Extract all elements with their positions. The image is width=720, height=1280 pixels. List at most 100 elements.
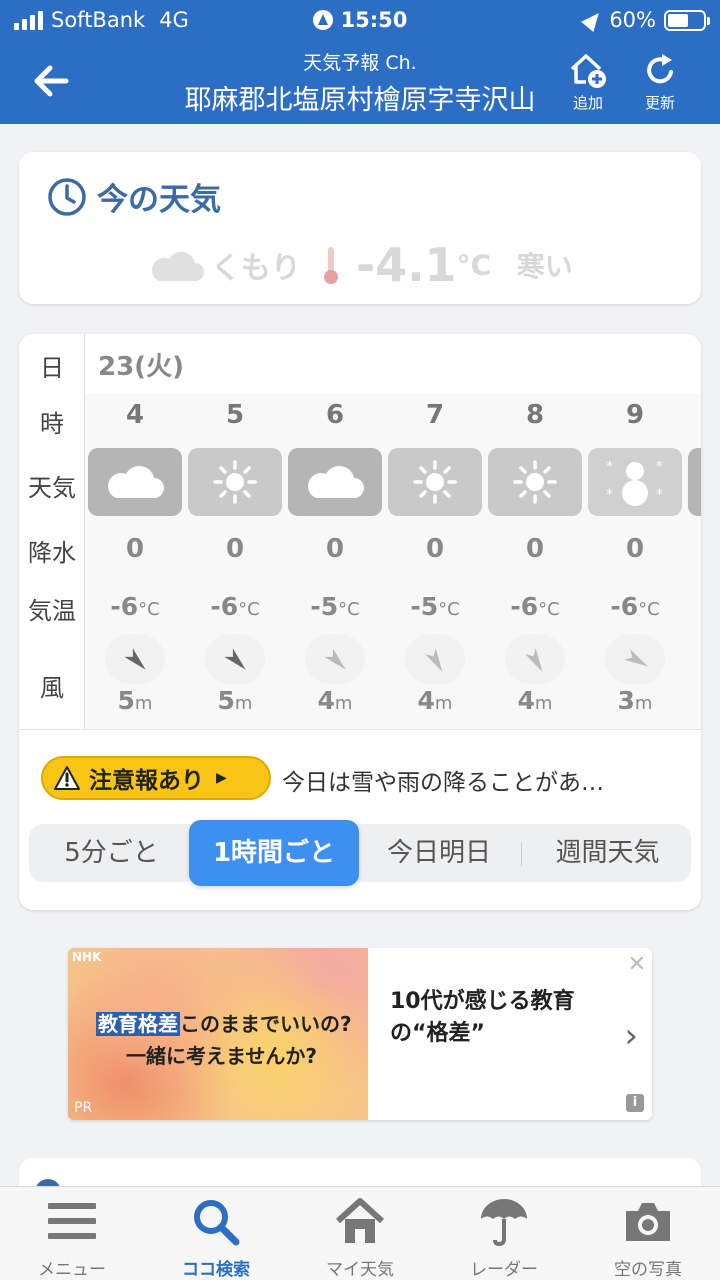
tab-menu[interactable]: メニュー <box>0 1187 144 1280</box>
tab-search-label: ココ検索 <box>182 1260 250 1280</box>
refresh-label: 更新 <box>644 94 675 112</box>
svg-text:*: * <box>606 487 613 503</box>
wind-unit: m <box>134 693 153 714</box>
sun-icon <box>388 448 482 516</box>
hour-column: 4 0 -6°C 5m <box>85 394 185 729</box>
label-day: 日 <box>40 354 64 382</box>
ad-headline-2: 一緒に考えませんか? <box>126 1044 318 1068</box>
wind-direction-icon <box>105 634 165 684</box>
temp-unit: °C <box>538 599 560 620</box>
tab-my-weather-label: マイ天気 <box>326 1260 394 1280</box>
alert-badge-button[interactable]: 注意報あり ▶ <box>41 756 271 800</box>
wind-number: 5 <box>217 686 235 715</box>
label-hour: 時 <box>40 410 64 438</box>
refresh-icon <box>647 54 673 84</box>
hour-column: 6 0 -5°C 4m <box>285 394 385 729</box>
battery-icon <box>664 9 710 31</box>
label-precip: 降水 <box>28 539 76 567</box>
current-weather-title: 今の天気 <box>97 182 221 218</box>
search-icon <box>194 1200 240 1246</box>
wind-direction-icon <box>605 634 665 684</box>
wind-speed: 3m <box>585 686 685 715</box>
menu-icon <box>48 1203 96 1239</box>
alert-message[interactable]: 今日は雪や雨の降ることがあ… <box>282 763 604 797</box>
alert-badge-label: 注意報あり <box>89 768 204 794</box>
tab-radar[interactable]: レーダー <box>432 1187 576 1280</box>
temp-value: -6°C <box>85 592 185 621</box>
svg-text:*: * <box>606 459 613 475</box>
label-wind: 風 <box>40 674 64 702</box>
temp-value: - <box>685 592 701 621</box>
hour-label: 9 <box>625 400 645 430</box>
wind-number: 4 <box>317 686 335 715</box>
battery-fill <box>668 13 689 27</box>
precip-value: 0 <box>125 534 145 564</box>
cloud-icon <box>88 448 182 516</box>
wind-direction-icon <box>405 634 465 684</box>
wind-unit: m <box>234 693 253 714</box>
label-weather: 天気 <box>28 474 76 502</box>
wind-speed: 4m <box>285 686 385 715</box>
svg-text:*: * <box>656 487 663 503</box>
wind-number: 5 <box>117 686 135 715</box>
wind-unit: m <box>534 693 553 714</box>
hour-label: 8 <box>525 400 545 430</box>
segment-hourly[interactable]: 1時間ごと <box>189 820 359 886</box>
warning-icon <box>54 766 80 790</box>
segment-5min[interactable]: 5分ごと <box>29 824 194 882</box>
wind-unit: m <box>634 693 653 714</box>
hour-column: 9 * * * * 0 -6°C 3m <box>585 394 685 729</box>
add-button[interactable]: 追加 <box>558 50 618 113</box>
precip-value: 0 <box>425 534 445 564</box>
wind-number: 4 <box>417 686 435 715</box>
temp-number: -6 <box>610 592 639 621</box>
hour-column: 8 0 -6°C 4m <box>485 394 585 729</box>
camera-icon <box>626 1203 670 1241</box>
current-weather-card: 今の天気 くもり -4.1°C 寒い <box>19 152 701 304</box>
segment-separator <box>521 842 522 866</box>
wind-unit: m <box>334 693 353 714</box>
tab-search[interactable]: ココ検索 <box>144 1187 288 1280</box>
wind-direction-icon <box>205 634 265 684</box>
ad-banner[interactable]: NHK 教育格差 このままでいいの? 一緒に考えませんか? PR 10代が感じる教… <box>68 948 652 1120</box>
forecast-date: 23(火) <box>98 352 184 382</box>
tab-sky-photos-label: 空の写真 <box>614 1260 682 1280</box>
tab-my-weather[interactable]: マイ天気 <box>288 1187 432 1280</box>
forecast-row-labels: 日 時 天気 降水 気温 風 <box>19 334 85 729</box>
wind-direction-icon <box>505 634 565 684</box>
wind-speed: 4m <box>485 686 585 715</box>
temp-value: -6°C <box>185 592 285 621</box>
current-weather-heading: 今の天気 <box>47 174 221 219</box>
status-right: 60% <box>581 7 710 33</box>
interval-segmented-control: 5分ごと 1時間ごと 今日明日 週間天気 <box>29 820 691 886</box>
info-icon[interactable]: i <box>626 1094 644 1112</box>
hour-label: 5 <box>225 400 245 430</box>
clock-icon <box>48 177 86 216</box>
close-icon[interactable]: ✕ <box>628 952 646 977</box>
condition-label: くもり <box>210 251 301 286</box>
wind-number: 4 <box>517 686 535 715</box>
temp-unit: °C <box>138 599 160 620</box>
hour-label: 6 <box>325 400 345 430</box>
time-label: 15:50 <box>340 8 408 32</box>
wind-speed: 5m <box>85 686 185 715</box>
hourly-grid[interactable]: 4 0 -6°C 5m 5 0 -6°C 5m 6 0 -5°C 4m 7 0 -5°C 4m 8 0 -6°C 4m… <box>85 394 701 729</box>
hour-label: 4 <box>125 400 145 430</box>
tab-sky-photos[interactable]: 空の写真 <box>576 1187 720 1280</box>
segment-weekly[interactable]: 週間天気 <box>524 824 691 882</box>
cloud-icon <box>688 448 701 516</box>
ad-headline-rest: このままでいいの? <box>180 1012 352 1036</box>
refresh-button[interactable]: 更新 <box>630 50 690 113</box>
segment-today-tomorrow[interactable]: 今日明日 <box>359 824 519 882</box>
forecast-card: 日 時 天気 降水 気温 風 23(火) 4 0 -6°C 5m 5 0 -6°C 5m 6 0-… <box>19 334 701 910</box>
current-weather-body: くもり -4.1°C 寒い <box>19 238 701 292</box>
location-arrow-icon <box>581 7 606 33</box>
wind-direction-icon <box>305 634 365 684</box>
temp-unit: °C <box>338 599 360 620</box>
ad-text: 10代が感じる教育の“格差” <box>390 989 575 1046</box>
ad-highlight: 教育格差 <box>96 1012 180 1036</box>
chevron-right-icon: › <box>624 1016 638 1056</box>
back-arrow-icon[interactable] <box>30 60 72 102</box>
location-title: 耶麻郡北塩原村檜原字寺沢山 <box>184 85 536 116</box>
ad-image: NHK 教育格差 このままでいいの? 一緒に考えませんか? PR <box>68 948 368 1120</box>
